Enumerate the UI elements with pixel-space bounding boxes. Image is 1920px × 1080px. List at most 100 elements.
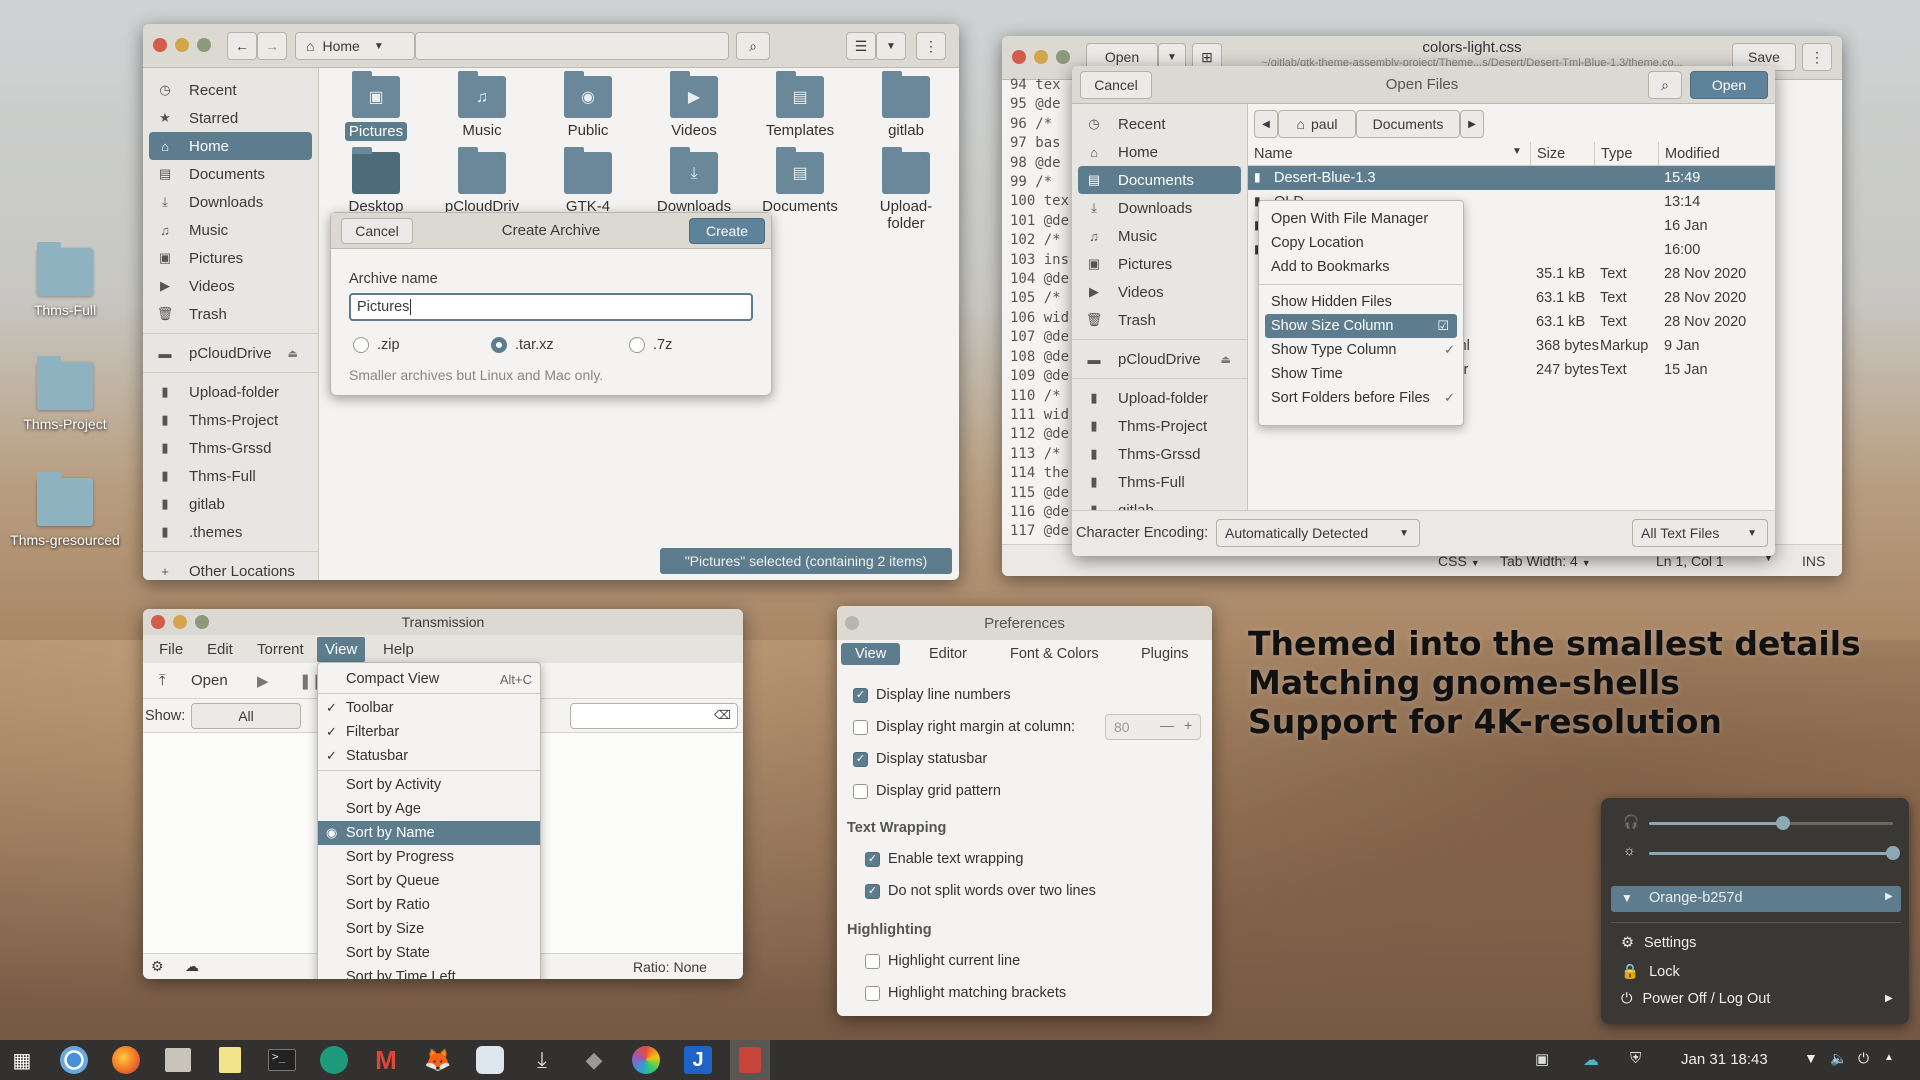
crumb-home[interactable]: ⌂ paul bbox=[1278, 110, 1356, 138]
file-item[interactable]: pCloudDriv bbox=[429, 147, 535, 215]
gimp-icon[interactable]: 🦊 bbox=[418, 1040, 458, 1080]
gitkraken-icon[interactable] bbox=[314, 1040, 354, 1080]
path-button[interactable]: ⌂ Home ▼ bbox=[295, 32, 415, 60]
tab-font-colors[interactable]: Font & Colors bbox=[1010, 646, 1099, 662]
create-button[interactable]: Create bbox=[689, 218, 765, 244]
highlight-line-checkbox[interactable]: Highlight current line bbox=[865, 948, 1195, 974]
view-list-button[interactable]: ☰ bbox=[846, 32, 876, 60]
view-menu-item[interactable]: Sort by Progress bbox=[318, 845, 540, 869]
file-item[interactable]: ▤ Templates bbox=[747, 71, 853, 139]
lock-item[interactable]: 🔒 Lock bbox=[1621, 963, 1891, 980]
view-options-button[interactable]: ▼ bbox=[876, 32, 906, 60]
wifi-item[interactable]: ▼ Orange-b257d ▶ bbox=[1611, 886, 1901, 912]
gmail-icon[interactable]: M bbox=[366, 1040, 406, 1080]
sidebar-item[interactable]: ▬ pCloudDrive ⏏ bbox=[1072, 345, 1247, 373]
path-bar[interactable] bbox=[415, 32, 729, 60]
sidebar-item[interactable]: ▮ Thms-Grssd bbox=[1072, 440, 1247, 468]
files-icon[interactable] bbox=[158, 1040, 198, 1080]
menu-add-to-bookmarks[interactable]: Add to Bookmarks bbox=[1259, 255, 1463, 279]
view-menu-item[interactable]: Sort by Activity bbox=[318, 773, 540, 797]
notification-icon[interactable]: ▣ bbox=[1535, 1050, 1549, 1068]
highlight-brackets-checkbox[interactable]: Highlight matching brackets bbox=[865, 980, 1195, 1006]
sidebar-item[interactable]: ▶ Videos bbox=[1072, 278, 1247, 306]
view-menu-item[interactable]: Sort by Queue bbox=[318, 869, 540, 893]
settings-item[interactable]: ⚙ Settings bbox=[1621, 935, 1891, 951]
encoding-select[interactable]: Automatically Detected ▼ bbox=[1216, 519, 1420, 547]
search-input[interactable]: ⌫ bbox=[570, 703, 738, 729]
shield-icon[interactable]: ⛨ bbox=[1630, 1050, 1641, 1067]
open-button[interactable]: Open bbox=[191, 672, 228, 689]
sidebar-item-gitlab[interactable]: ▮ gitlab bbox=[143, 490, 318, 518]
sidebar-item[interactable]: ⌂ Home bbox=[1072, 138, 1247, 166]
turtle-icon[interactable]: ☁ bbox=[185, 958, 199, 975]
display-statusbar-checkbox[interactable]: ✓ Display statusbar bbox=[853, 746, 1203, 772]
sidebar-item-pclouddrive[interactable]: ▬ pCloudDrive ⏏ bbox=[143, 339, 318, 367]
enable-wrapping-checkbox[interactable]: ✓ Enable text wrapping bbox=[865, 846, 1195, 872]
power-icon[interactable]: ⏻ bbox=[1858, 1050, 1869, 1067]
terminal-icon[interactable]: >_ bbox=[262, 1040, 302, 1080]
format-tarxz-radio[interactable]: .tar.xz bbox=[491, 337, 554, 353]
brightness-slider[interactable] bbox=[1649, 846, 1900, 860]
menu-show-size-column[interactable]: Show Size Column ☑ bbox=[1265, 314, 1457, 338]
color-picker-icon[interactable] bbox=[626, 1040, 666, 1080]
margin-spinner[interactable]: 80 — + bbox=[1105, 714, 1201, 740]
volume-icon[interactable]: 🔈 bbox=[1830, 1050, 1847, 1067]
back-button[interactable]: ← bbox=[227, 32, 257, 60]
tab-plugins[interactable]: Plugins bbox=[1141, 646, 1189, 662]
archive-name-input[interactable]: Pictures bbox=[349, 293, 753, 321]
wifi-icon[interactable]: ▼ bbox=[1804, 1050, 1818, 1066]
search-button[interactable]: ⌕ bbox=[1648, 71, 1682, 99]
close-button[interactable] bbox=[1012, 50, 1026, 64]
menu-help[interactable]: Help bbox=[383, 641, 414, 658]
sidebar-item[interactable]: ▮ Upload-folder bbox=[1072, 384, 1247, 412]
file-item[interactable]: Desktop bbox=[323, 147, 429, 215]
tab-view[interactable]: View bbox=[841, 643, 901, 665]
view-menu-item[interactable]: Sort by Size bbox=[318, 917, 540, 941]
file-item[interactable]: ▣ Pictures bbox=[323, 71, 429, 141]
view-menu-item[interactable]: Sort by Age bbox=[318, 797, 540, 821]
view-menu-item[interactable]: ✓ Statusbar bbox=[318, 744, 540, 768]
open-button[interactable]: Open bbox=[1690, 71, 1768, 99]
column-name[interactable]: Name bbox=[1254, 146, 1293, 162]
sidebar-item-recent[interactable]: ◷ Recent bbox=[143, 76, 318, 104]
desktop-folder[interactable]: Thms-gresourced bbox=[10, 472, 120, 548]
transmission-icon[interactable] bbox=[730, 1040, 770, 1080]
view-menu-item[interactable]: Sort by Ratio bbox=[318, 893, 540, 917]
search-button[interactable]: ⌕ bbox=[736, 32, 770, 60]
maximize-button[interactable] bbox=[1056, 50, 1070, 64]
menu-torrent[interactable]: Torrent bbox=[257, 641, 304, 658]
menu-copy-location[interactable]: Copy Location bbox=[1259, 231, 1463, 255]
cancel-button[interactable]: Cancel bbox=[1080, 71, 1152, 99]
sidebar-item-documents[interactable]: ▤ Documents bbox=[143, 160, 318, 188]
sidebar-item[interactable]: ◷ Recent bbox=[1072, 110, 1247, 138]
sidebar-item-videos[interactable]: ▶ Videos bbox=[143, 272, 318, 300]
menu-edit[interactable]: Edit bbox=[207, 641, 233, 658]
volume-slider[interactable] bbox=[1649, 816, 1893, 830]
file-item[interactable]: ♫ Music bbox=[429, 71, 535, 139]
format-7z-radio[interactable]: .7z bbox=[629, 337, 672, 353]
chevron-up-icon[interactable]: ▲ bbox=[1884, 1052, 1894, 1063]
clock[interactable]: Jan 31 18:43 bbox=[1681, 1051, 1768, 1068]
tab-editor[interactable]: Editor bbox=[929, 646, 967, 662]
filter-select[interactable]: All Text Files ▼ bbox=[1632, 519, 1768, 547]
view-menu-item[interactable]: ◉ Sort by Name bbox=[318, 821, 540, 845]
format-zip-radio[interactable]: .zip bbox=[353, 337, 400, 353]
menu-show-type-column[interactable]: Show Type Column ✓ bbox=[1259, 338, 1463, 362]
show-filter-select[interactable]: All bbox=[191, 703, 301, 729]
sidebar-item-downloads[interactable]: ⤓ Downloads bbox=[143, 188, 318, 216]
pcloud-icon[interactable]: ☁ bbox=[1583, 1050, 1599, 1070]
cancel-button[interactable]: Cancel bbox=[341, 218, 413, 244]
menu-show-hidden-files[interactable]: Show Hidden Files bbox=[1259, 290, 1463, 314]
path-back-button[interactable]: ◀ bbox=[1254, 110, 1278, 138]
view-menu-item[interactable]: Compact View Alt+C bbox=[318, 667, 540, 691]
menu-open-with-file-manager[interactable]: Open With File Manager bbox=[1259, 207, 1463, 231]
sidebar-item[interactable]: ▣ Pictures bbox=[1072, 250, 1247, 278]
sidebar-item[interactable]: ♫ Music bbox=[1072, 222, 1247, 250]
sidebar-item-thms-project[interactable]: ▮ Thms-Project bbox=[143, 406, 318, 434]
menu-button[interactable]: ⋮ bbox=[916, 32, 946, 60]
text-editor-icon[interactable] bbox=[210, 1040, 250, 1080]
file-row[interactable]: ▮ Desert-Blue-1.3 15:49 bbox=[1248, 166, 1775, 190]
app-grid-icon[interactable]: ▦ bbox=[2, 1040, 42, 1080]
sidebar-item-themes[interactable]: ▮ .themes bbox=[143, 518, 318, 546]
view-menu-item[interactable]: Sort by State bbox=[318, 941, 540, 965]
